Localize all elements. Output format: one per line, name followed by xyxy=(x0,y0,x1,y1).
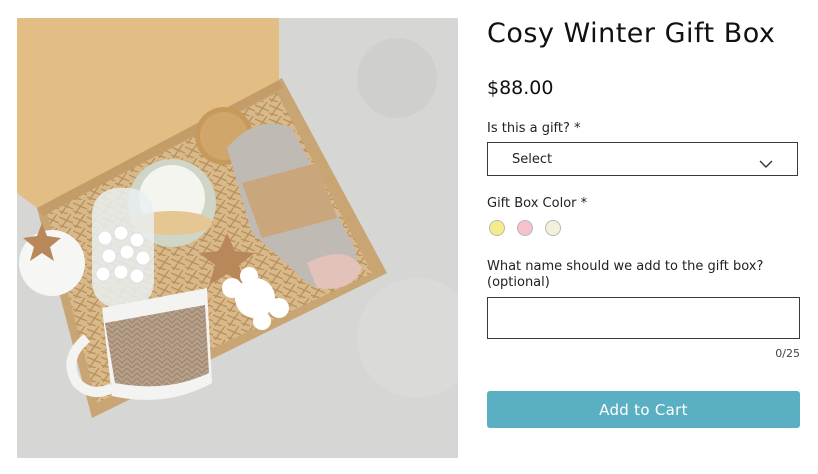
character-counter: 0/25 xyxy=(775,347,800,360)
gift-select-dropdown[interactable]: Select xyxy=(487,142,798,176)
color-swatch-pink[interactable] xyxy=(517,220,533,236)
gift-name-label: What name should we add to the gift box?… xyxy=(487,259,787,291)
product-price: $88.00 xyxy=(487,77,554,99)
color-swatch-cream[interactable] xyxy=(545,220,561,236)
color-swatch-yellow[interactable] xyxy=(489,220,505,236)
gift-question-label: Is this a gift? * xyxy=(487,121,581,136)
add-to-cart-button[interactable]: Add to Cart xyxy=(487,391,800,428)
gift-select-value: Select xyxy=(512,152,553,167)
gift-name-label-line1: What name should we add to the gift box? xyxy=(487,259,764,274)
chevron-down-icon xyxy=(759,154,773,173)
gift-box-illustration xyxy=(17,18,458,458)
product-title: Cosy Winter Gift Box xyxy=(487,18,776,49)
gift-name-input[interactable] xyxy=(487,297,800,339)
gift-name-label-line2: (optional) xyxy=(487,275,550,290)
gift-box-color-label: Gift Box Color * xyxy=(487,196,588,211)
product-image[interactable] xyxy=(17,18,458,458)
